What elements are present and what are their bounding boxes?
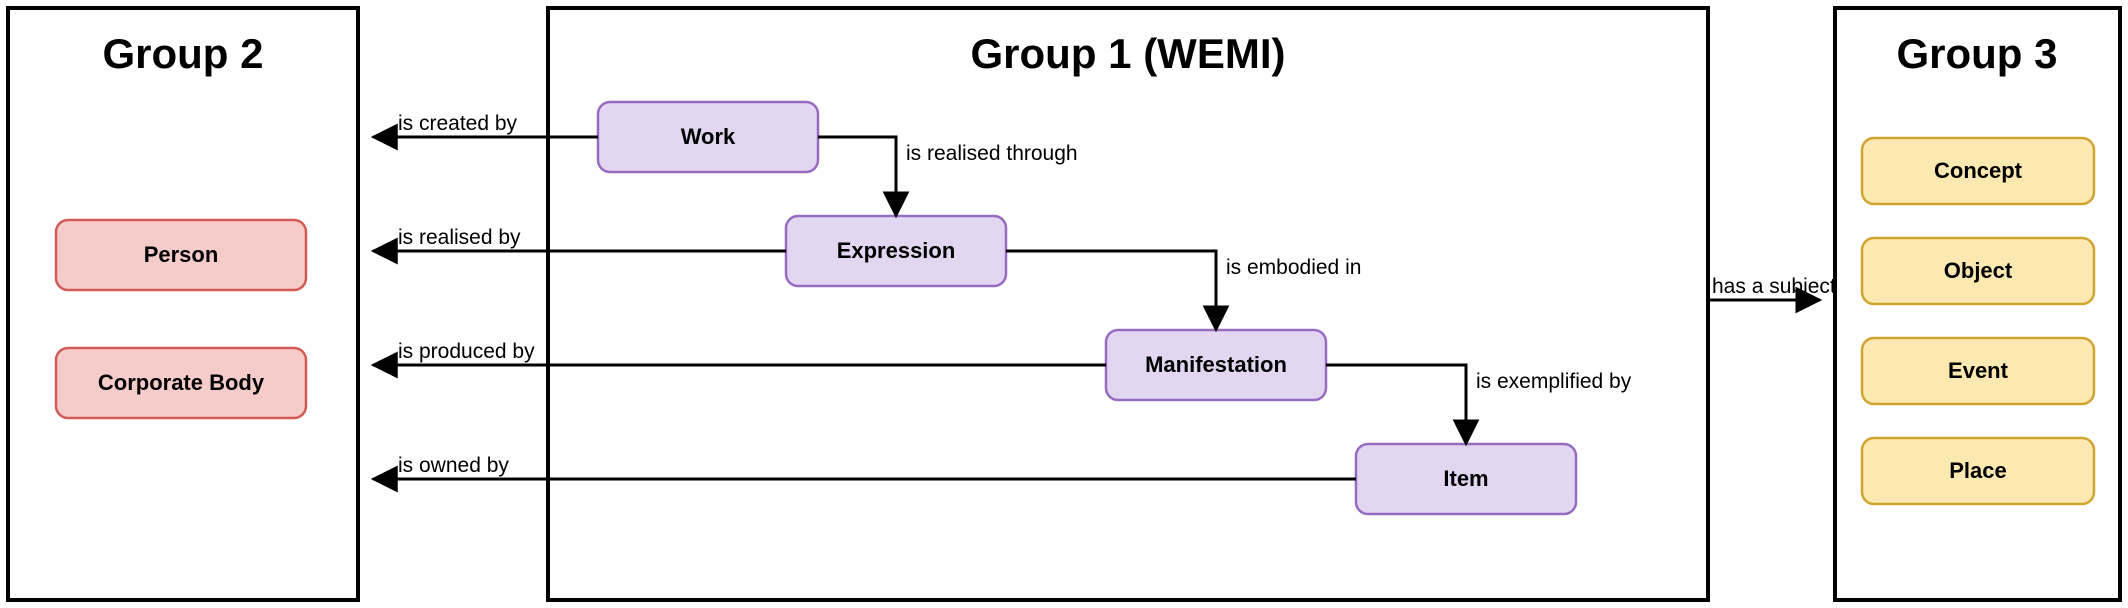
label-produced-by: is produced by [398,340,535,363]
entity-event-label: Event [1948,358,2009,383]
entity-manifestation-label: Manifestation [1145,352,1287,377]
entity-object: Object [1862,238,2094,304]
label-has-subject: has a subject [1712,275,1836,298]
entity-concept-label: Concept [1934,158,2023,183]
entity-event: Event [1862,338,2094,404]
entity-item-label: Item [1443,466,1488,491]
entity-work-label: Work [681,124,736,149]
entity-concept: Concept [1862,138,2094,204]
entity-object-label: Object [1944,258,2013,283]
label-owned-by: is owned by [398,454,509,477]
entity-manifestation: Manifestation [1106,330,1326,400]
entity-person-label: Person [144,242,219,267]
group-3-container: Group 3 Concept Object Event Place [1835,8,2120,600]
label-embodied-in: is embodied in [1226,256,1361,279]
group-1-title: Group 1 (WEMI) [971,30,1286,77]
entity-corporate-label: Corporate Body [98,370,265,395]
label-created-by: is created by [398,112,518,135]
entity-expression-label: Expression [837,238,956,263]
group-1-container: Group 1 (WEMI) Work Expression Manifesta… [548,8,1708,600]
label-realised-by: is realised by [398,226,521,249]
group-2-container: Group 2 Person Corporate Body [8,8,358,600]
group-2-box [8,8,358,600]
group-3-title: Group 3 [1896,30,2057,77]
entity-place: Place [1862,438,2094,504]
entity-place-label: Place [1949,458,2007,483]
label-exemplified-by: is exemplified by [1476,370,1632,393]
entity-item: Item [1356,444,1576,514]
entity-expression: Expression [786,216,1006,286]
label-realised-through: is realised through [906,142,1078,165]
entity-work: Work [598,102,818,172]
entity-person: Person [56,220,306,290]
group-2-title: Group 2 [102,30,263,77]
entity-corporate-body: Corporate Body [56,348,306,418]
